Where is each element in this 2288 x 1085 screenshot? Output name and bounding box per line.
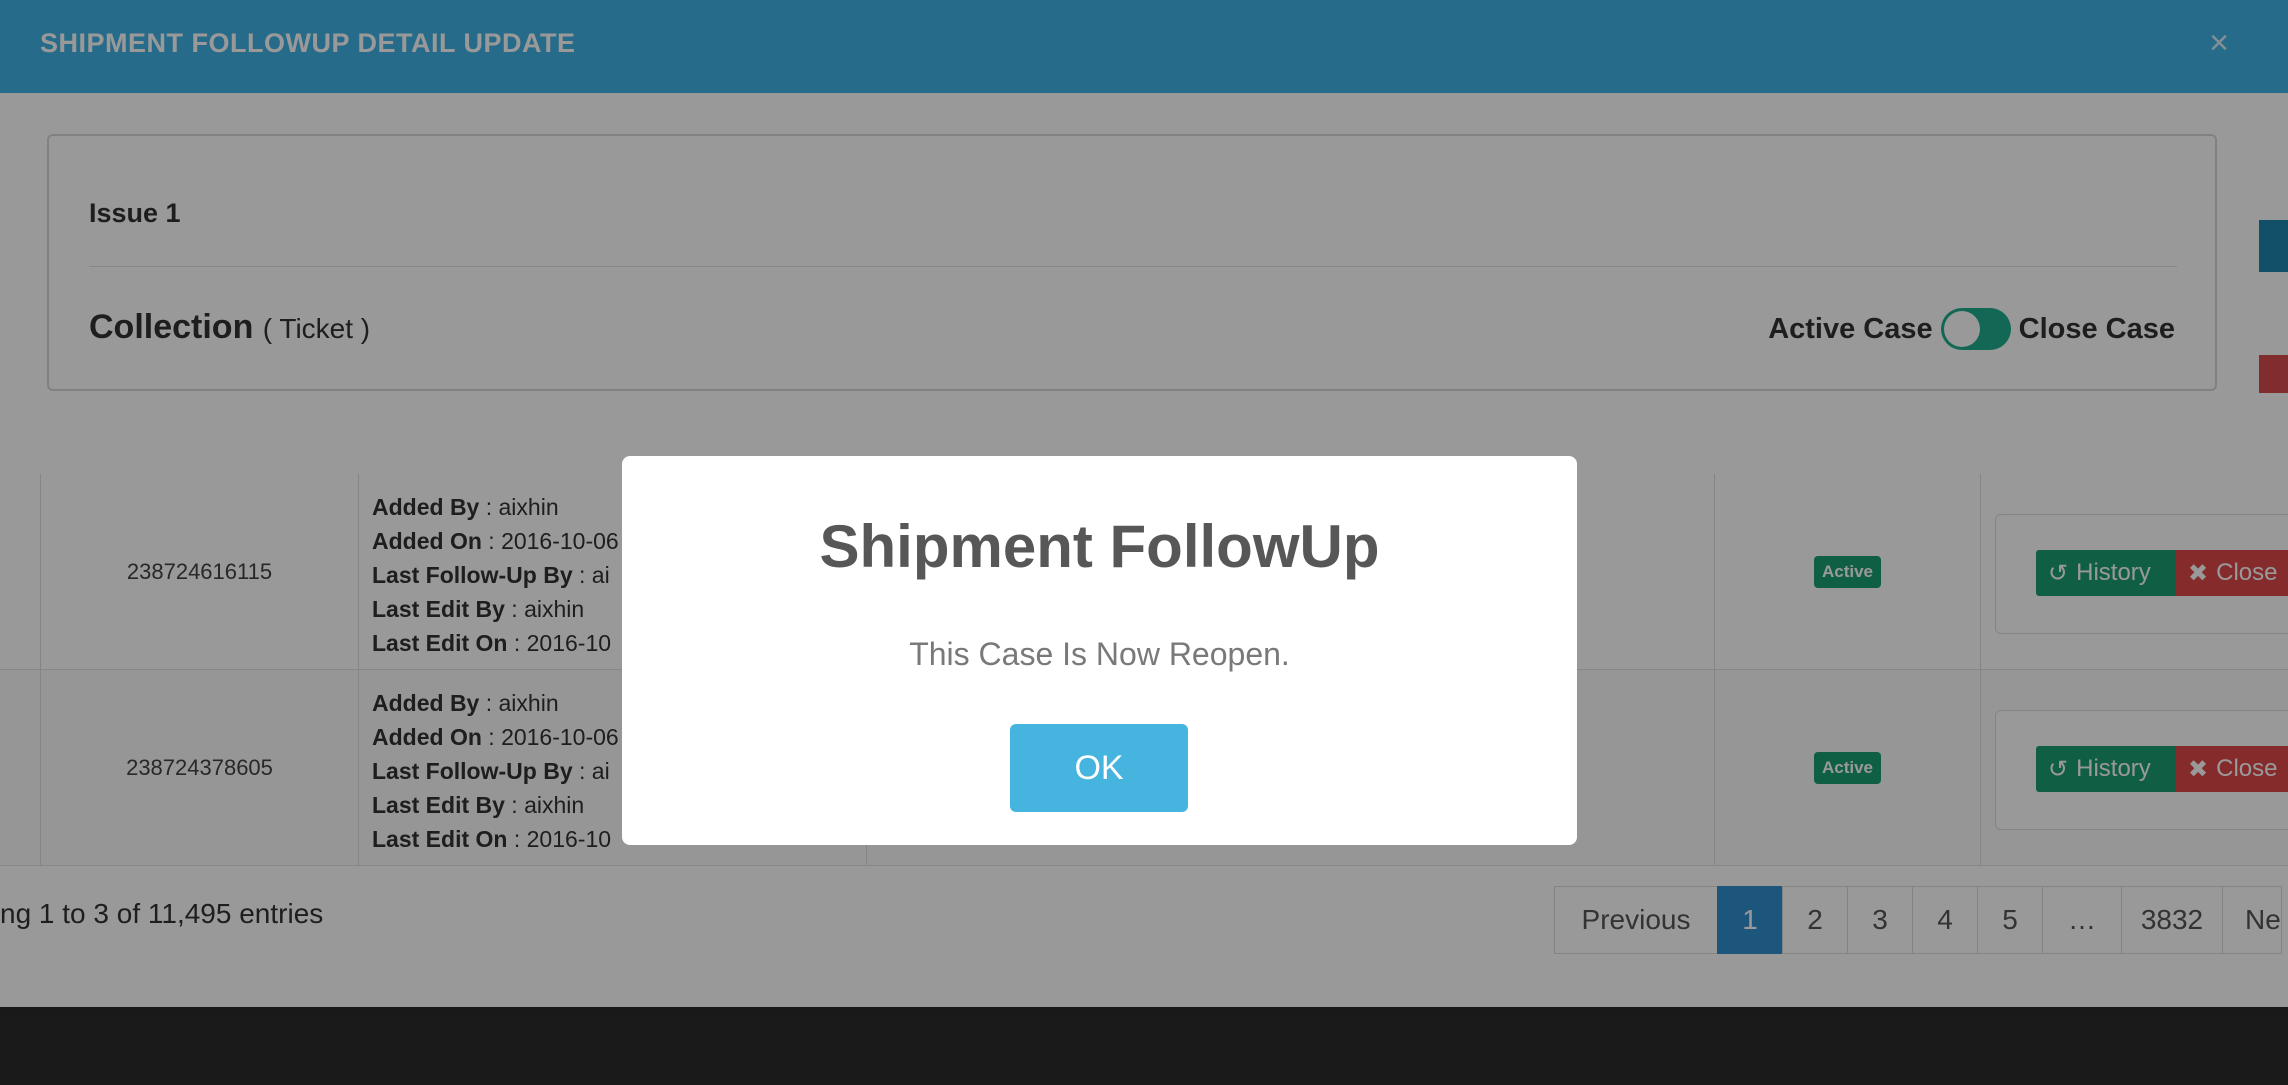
alert-dialog: Shipment FollowUp This Case Is Now Reope…	[622, 456, 1577, 845]
ok-button[interactable]: OK	[1010, 724, 1188, 812]
alert-title: Shipment FollowUp	[819, 513, 1380, 580]
alert-message: This Case Is Now Reopen.	[909, 636, 1290, 672]
